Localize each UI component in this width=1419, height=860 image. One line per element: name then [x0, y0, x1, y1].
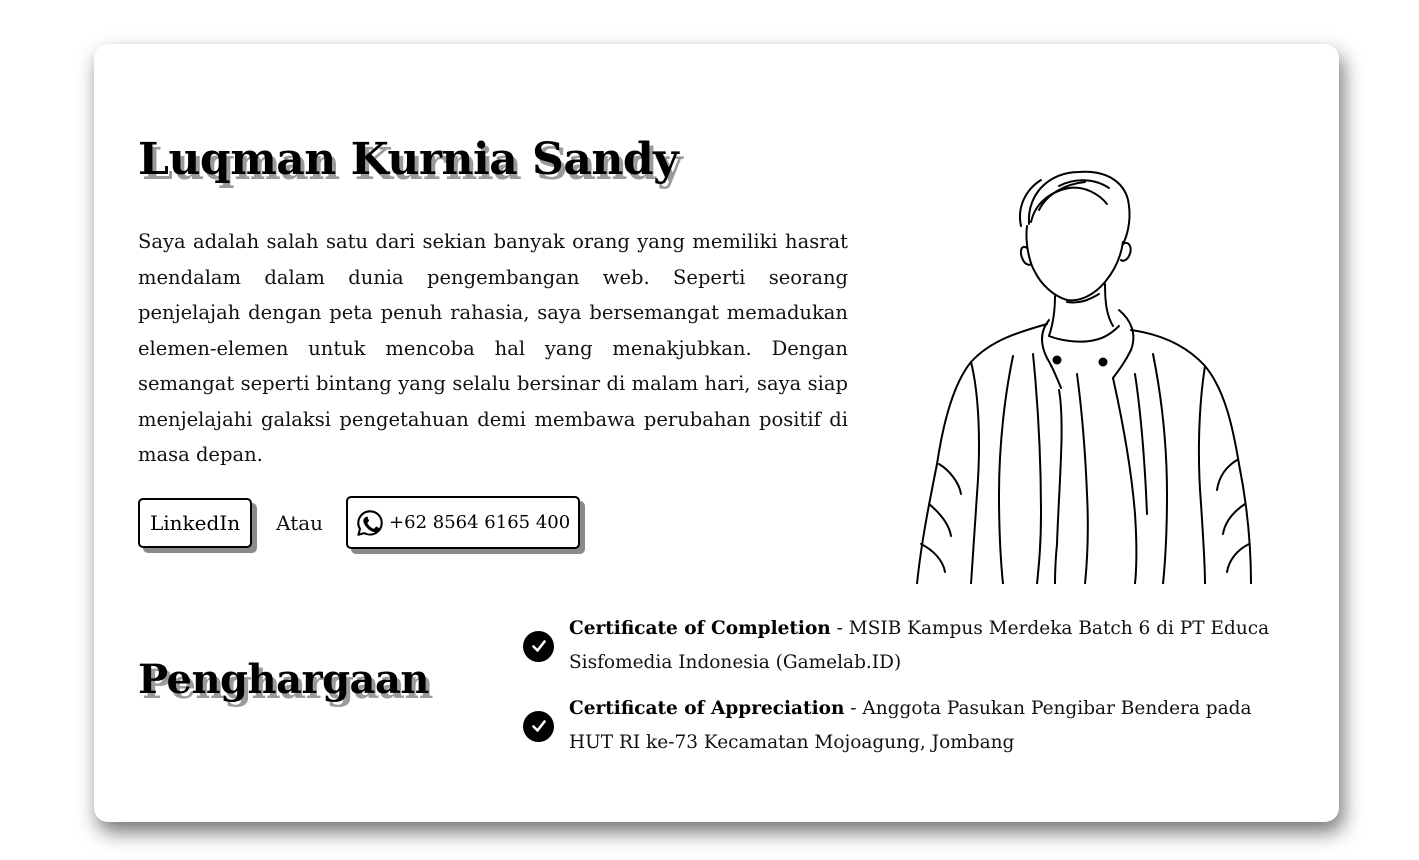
- awards-title: Penghargaan: [138, 656, 429, 703]
- linkedin-button[interactable]: LinkedIn: [138, 497, 253, 548]
- profile-bio: Saya adalah salah satu dari sekian banya…: [138, 230, 848, 466]
- whatsapp-icon: [357, 509, 383, 536]
- portrait-illustration: [916, 170, 1252, 584]
- whatsapp-button[interactable]: +62 8564 6165 400: [346, 496, 581, 549]
- profile-name: Luqman Kurnia Sandy: [138, 134, 679, 185]
- award-item: Certificate of Appreciation - Anggota Pa…: [523, 692, 1283, 760]
- award-title: Certificate of Completion: [569, 618, 831, 639]
- award-separator: -: [830, 618, 849, 639]
- awards-list: Certificate of Completion - MSIB Kampus …: [523, 612, 1283, 772]
- linkedin-label: LinkedIn: [150, 510, 241, 535]
- award-title: Certificate of Appreciation: [569, 698, 845, 719]
- award-text: Certificate of Completion - MSIB Kampus …: [569, 612, 1283, 680]
- award-item: Certificate of Completion - MSIB Kampus …: [523, 612, 1283, 680]
- award-separator: -: [844, 698, 863, 719]
- check-circle-icon: [523, 710, 554, 742]
- award-text: Certificate of Appreciation - Anggota Pa…: [569, 692, 1283, 760]
- check-circle-icon: [523, 630, 554, 662]
- or-label: Atau: [276, 510, 324, 535]
- profile-card: Luqman Kurnia Sandy Saya adalah salah sa…: [94, 44, 1339, 822]
- phone-number: +62 8564 6165 400: [389, 512, 571, 533]
- contact-row: LinkedIn Atau +62 8564 6165 400: [138, 496, 581, 549]
